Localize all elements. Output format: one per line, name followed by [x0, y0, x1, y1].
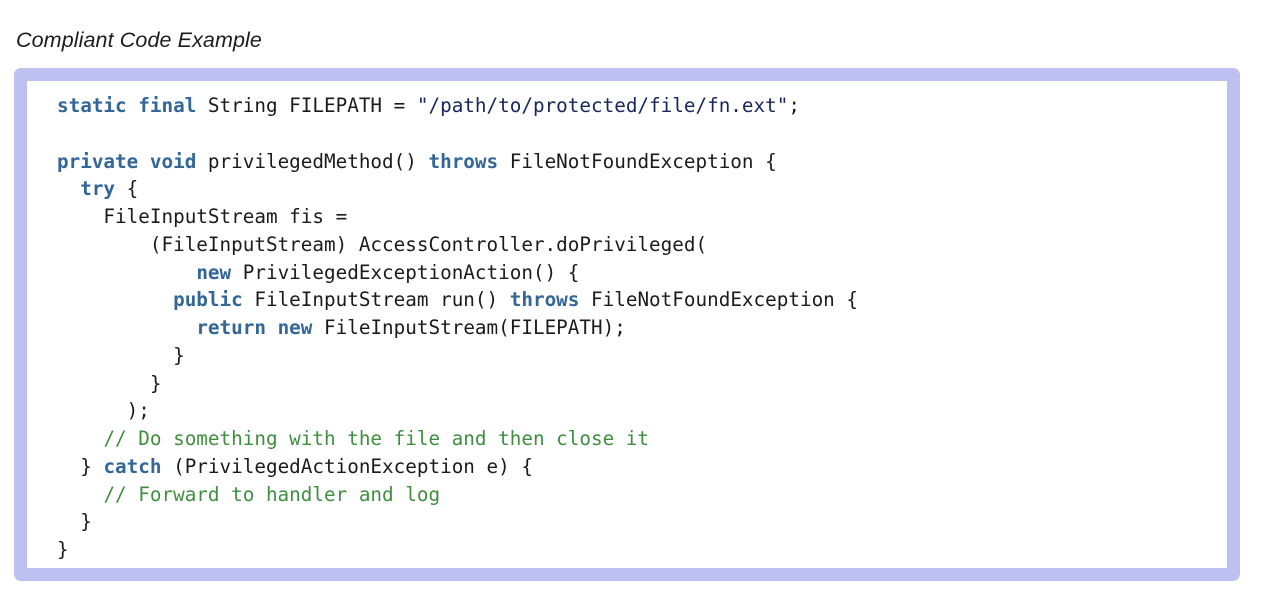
page-title: Compliant Code Example [16, 28, 262, 53]
code-token-kw: throws [509, 288, 580, 312]
code-token-str: "/path/to/protected/file/fn.ext" [416, 94, 789, 117]
code-line: FileInputStream fis = [57, 203, 858, 231]
code-token-pln [266, 316, 278, 339]
code-line: } [57, 536, 858, 564]
code-token-kw: catch [103, 454, 162, 478]
code-line: private void privilegedMethod() throws F… [57, 148, 858, 176]
code-token-kw: static [57, 94, 127, 117]
code-line: } [57, 342, 858, 370]
code-token-pln: } [57, 510, 92, 534]
code-token-com: // Do something with the file and then c… [103, 427, 650, 450]
code-token-kw: try [80, 177, 116, 201]
code-token-kw: throws [428, 149, 499, 173]
code-token-kw: private [57, 149, 139, 173]
code-token-kw: return [196, 316, 266, 339]
code-line: public FileInputStream run() throws File… [57, 286, 858, 314]
code-token-kw: new [277, 316, 313, 339]
code-token-pln: PrivilegedExceptionAction() { [231, 260, 580, 284]
code-token-pln: FileInputStream run() [242, 288, 510, 312]
code-token-pln [57, 316, 196, 339]
code-token-pln: ); [57, 399, 150, 423]
code-line: } catch (PrivilegedActionException e) { [57, 453, 858, 481]
code-line: } [57, 370, 858, 398]
code-token-pln: { [115, 177, 139, 201]
code-token-pln: } [57, 454, 104, 478]
code-token-kw: public [173, 288, 243, 312]
code-line: } [57, 508, 858, 536]
code-token-pln [57, 288, 173, 311]
code-line: static final String FILEPATH = "/path/to… [57, 92, 858, 120]
code-token-kw: void [149, 149, 197, 173]
code-token-pln: ; [788, 94, 800, 117]
code-line: // Do something with the file and then c… [57, 425, 858, 453]
code-token-pln [57, 177, 80, 200]
code-token-pln: FileInputStream fis = [57, 205, 348, 228]
code-token-pln: FileNotFoundException { [579, 288, 859, 312]
code-example-card: static final String FILEPATH = "/path/to… [14, 68, 1240, 581]
code-token-pln: privilegedMethod() [196, 149, 429, 173]
code-token-pln: } [57, 538, 69, 561]
code-token-kw: final [138, 94, 197, 117]
code-token-pln [127, 94, 139, 117]
code-token-pln [57, 261, 196, 284]
code-line: (FileInputStream) AccessController.doPri… [57, 231, 858, 259]
code-line: new PrivilegedExceptionAction() { [57, 259, 858, 287]
code-token-kw: new [196, 260, 232, 284]
code-token-pln: } [57, 371, 162, 395]
code-token-com: // Forward to handler and log [103, 482, 441, 506]
code-token-pln: } [57, 343, 185, 367]
code-token-pln: FileInputStream(FILEPATH); [312, 316, 626, 339]
code-token-pln: (FileInputStream) AccessController.doPri… [57, 232, 708, 256]
code-line: try { [57, 175, 858, 203]
code-line: return new FileInputStream(FILEPATH); [57, 314, 858, 342]
code-token-pln: (PrivilegedActionException e) { [161, 454, 533, 478]
code-block: static final String FILEPATH = "/path/to… [57, 92, 858, 564]
code-content: static final String FILEPATH = "/path/to… [57, 92, 858, 564]
code-token-pln: String FILEPATH = [196, 94, 417, 117]
code-line: // Forward to handler and log [57, 481, 858, 509]
code-line: ); [57, 397, 858, 425]
code-token-pln [57, 483, 103, 506]
code-token-pln [57, 427, 103, 450]
code-token-pln: FileNotFoundException { [498, 149, 777, 173]
code-token-pln [138, 150, 150, 173]
